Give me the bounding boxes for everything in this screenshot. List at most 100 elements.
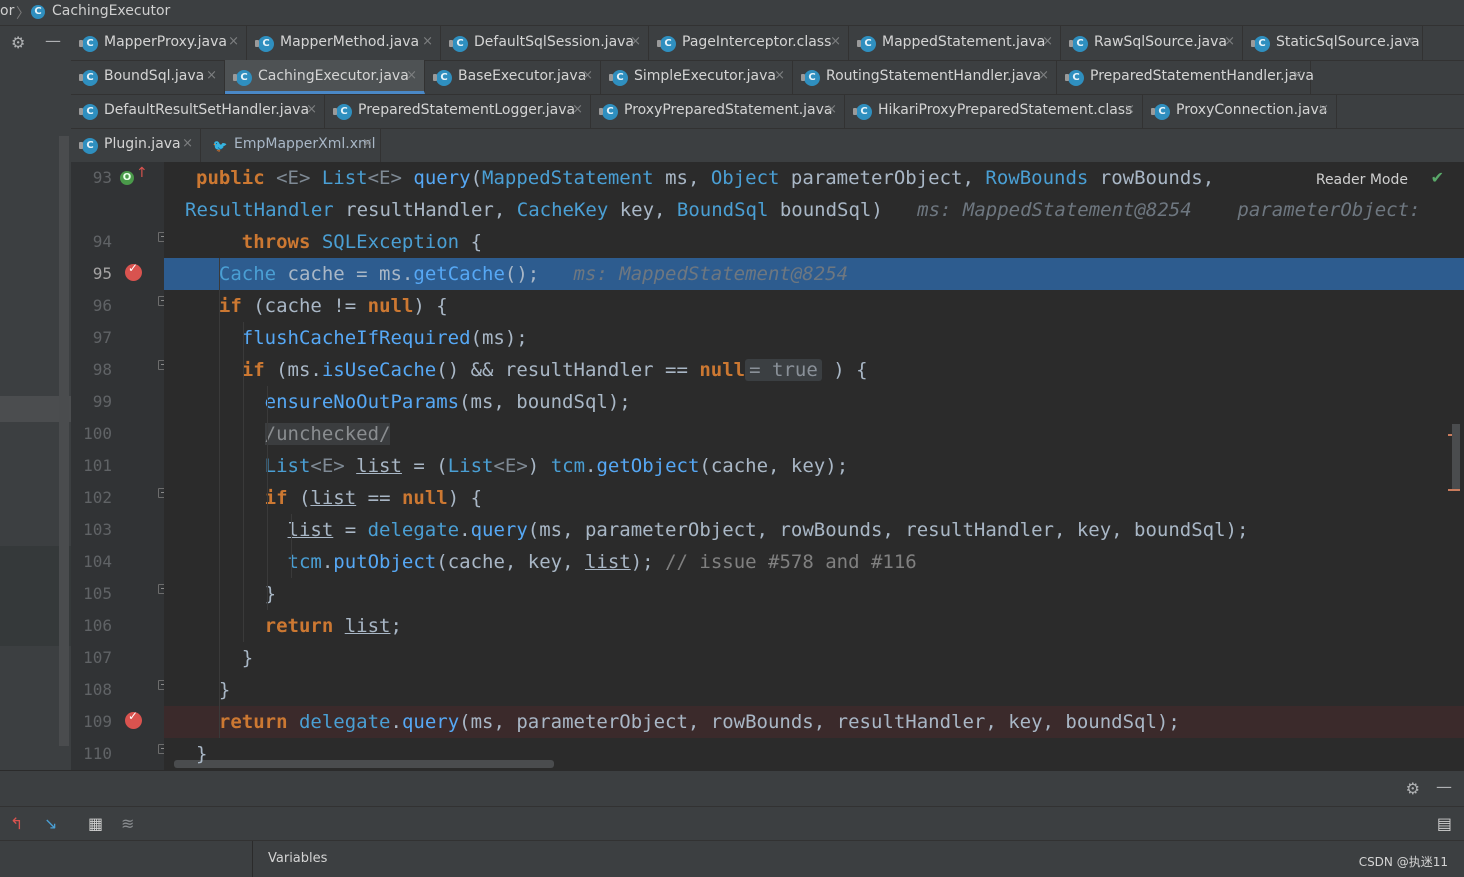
editor-tab[interactable]: C MapperMethod.java × (247, 26, 441, 60)
line-number[interactable]: 99 (71, 392, 112, 411)
code-line[interactable]: List<E> list = (List<E>) tcm.getObject(c… (164, 450, 1464, 482)
line-number[interactable]: 98 (71, 360, 112, 379)
close-icon[interactable]: × (206, 68, 217, 83)
minimize-icon[interactable]: — (45, 31, 61, 50)
close-icon[interactable]: × (1404, 34, 1415, 49)
line-number[interactable]: 101 (71, 456, 112, 475)
breakpoint-icon[interactable] (125, 261, 142, 281)
line-number[interactable]: 105 (71, 584, 112, 603)
editor-tab[interactable]: C RawSqlSource.java × (1061, 26, 1243, 60)
minimize-icon[interactable]: — (1436, 777, 1452, 796)
code-token: list (344, 615, 391, 637)
editor-tab[interactable]: C DefaultResultSetHandler.java × (71, 94, 325, 128)
trace-icon[interactable]: ≋ (121, 814, 134, 833)
editor-tab[interactable]: 🐦 EmpMapperXml.xml × (201, 128, 381, 162)
code-line[interactable]: } (164, 738, 1464, 770)
code-line[interactable]: tcm.putObject(cache, key, list); // issu… (164, 546, 1464, 578)
line-number[interactable]: 104 (71, 552, 112, 571)
close-icon[interactable]: × (306, 102, 317, 117)
line-number[interactable]: 108 (71, 680, 112, 699)
line-number[interactable]: 96 (71, 296, 112, 315)
code-line[interactable]: if (ms.isUseCache() && resultHandler == … (164, 354, 1464, 386)
code-line[interactable]: /unchecked/ (164, 418, 1464, 450)
code-line[interactable]: return delegate.query(ms, parameterObjec… (164, 706, 1464, 738)
editor-tab[interactable]: C RoutingStatementHandler.java × (793, 60, 1057, 94)
line-number[interactable]: 97 (71, 328, 112, 347)
editor-tab[interactable]: C StaticSqlSource.java × (1243, 26, 1423, 60)
close-icon[interactable]: × (630, 34, 641, 49)
close-icon[interactable]: × (1042, 34, 1053, 49)
gear-icon[interactable]: ⚙ (1406, 779, 1420, 798)
close-icon[interactable]: × (1124, 102, 1135, 117)
panel-scrollbar[interactable] (59, 136, 69, 746)
close-icon[interactable]: × (406, 68, 417, 83)
editor-tab[interactable]: C DefaultSqlSession.java × (441, 26, 649, 60)
breadcrumb-current[interactable]: CachingExecutor (52, 3, 170, 19)
editor-tab[interactable]: C BoundSql.java × (71, 60, 225, 94)
editor-tab[interactable]: C MapperProxy.java × (71, 26, 247, 60)
code-editor[interactable]: Reader Mode ✔ public <E> List<E> query(M… (164, 162, 1464, 770)
line-number[interactable]: 103 (71, 520, 112, 539)
code-line[interactable]: } (164, 578, 1464, 610)
editor-tab[interactable]: C ProxyConnection.java × (1143, 94, 1337, 128)
code-line[interactable]: return list; (164, 610, 1464, 642)
editor-tab[interactable]: C CachingExecutor.java × (225, 60, 425, 94)
code-line[interactable]: if (list == null) { (164, 482, 1464, 514)
close-icon[interactable]: × (422, 34, 433, 49)
code-line[interactable]: ensureNoOutParams(ms, boundSql); (164, 386, 1464, 418)
editor-tab[interactable]: C ProxyPreparedStatement.java × (591, 94, 845, 128)
code-line[interactable]: throws SQLException { (164, 226, 1464, 258)
code-line[interactable]: list = delegate.query(ms, parameterObjec… (164, 514, 1464, 546)
code-line[interactable]: Cache cache = ms.getCache(); ms: MappedS… (164, 258, 1464, 290)
editor-tab[interactable]: C HikariProxyPreparedStatement.class × (845, 94, 1143, 128)
line-number[interactable]: 94 (71, 232, 112, 251)
breadcrumb-parent[interactable]: or (0, 3, 14, 19)
code-line[interactable]: } (164, 674, 1464, 706)
layout-icon[interactable]: ▤ (1437, 814, 1452, 833)
close-icon[interactable]: × (182, 136, 193, 151)
code-line[interactable]: flushCacheIfRequired(ms); (164, 322, 1464, 354)
line-number[interactable]: 93 (71, 168, 112, 187)
reader-mode-button[interactable]: Reader Mode (1316, 172, 1408, 188)
code-token: ) { (413, 295, 448, 317)
code-token: delegate (298, 711, 391, 733)
editor-tab[interactable]: C MappedStatement.java × (849, 26, 1061, 60)
editor-tab[interactable]: C BaseExecutor.java × (425, 60, 601, 94)
editor-tab[interactable]: C SimpleExecutor.java × (601, 60, 793, 94)
line-number[interactable]: 110 (71, 744, 112, 763)
close-icon[interactable]: × (774, 68, 785, 83)
project-panel-strip: ⚙ — (0, 26, 71, 770)
code-line[interactable]: ResultHandler resultHandler, CacheKey ke… (164, 194, 1464, 226)
editor-tab[interactable]: C PreparedStatementLogger.java × (325, 94, 591, 128)
close-icon[interactable]: × (1318, 102, 1329, 117)
close-icon[interactable]: × (1224, 34, 1235, 49)
breakpoint-icon[interactable] (125, 709, 142, 729)
tab-row: C MapperProxy.java × C MapperMethod.java × C De… (71, 26, 1464, 61)
close-icon[interactable]: × (826, 102, 837, 117)
editor-tab[interactable]: C PageInterceptor.class × (649, 26, 849, 60)
indent-guide (219, 258, 220, 738)
override-icon[interactable]: O (120, 171, 134, 185)
line-number[interactable]: 109 (71, 712, 112, 731)
close-icon[interactable]: × (572, 102, 583, 117)
editor-tab[interactable]: C PreparedStatementHandler.java × (1057, 60, 1314, 94)
line-number[interactable]: 100 (71, 424, 112, 443)
code-line[interactable]: public <E> List<E> query(MappedStatement… (164, 162, 1464, 194)
close-icon[interactable]: × (362, 136, 373, 151)
close-icon[interactable]: × (582, 68, 593, 83)
code-line[interactable]: } (164, 642, 1464, 674)
close-icon[interactable]: × (1038, 68, 1049, 83)
close-icon[interactable]: × (1292, 68, 1303, 83)
evaluate-icon[interactable]: ▦ (88, 814, 103, 833)
restore-layout-icon[interactable]: ↰ (10, 814, 23, 833)
editor-tab[interactable]: C Plugin.java × (71, 128, 201, 162)
close-icon[interactable]: × (228, 34, 239, 49)
line-number[interactable]: 106 (71, 616, 112, 635)
step-cursor-icon[interactable]: ↘ (44, 814, 57, 833)
line-number[interactable]: 107 (71, 648, 112, 667)
code-line[interactable]: if (cache != null) { (164, 290, 1464, 322)
gear-icon[interactable]: ⚙ (11, 33, 25, 52)
line-number[interactable]: 102 (71, 488, 112, 507)
close-icon[interactable]: × (830, 34, 841, 49)
line-number[interactable]: 95 (71, 264, 112, 283)
